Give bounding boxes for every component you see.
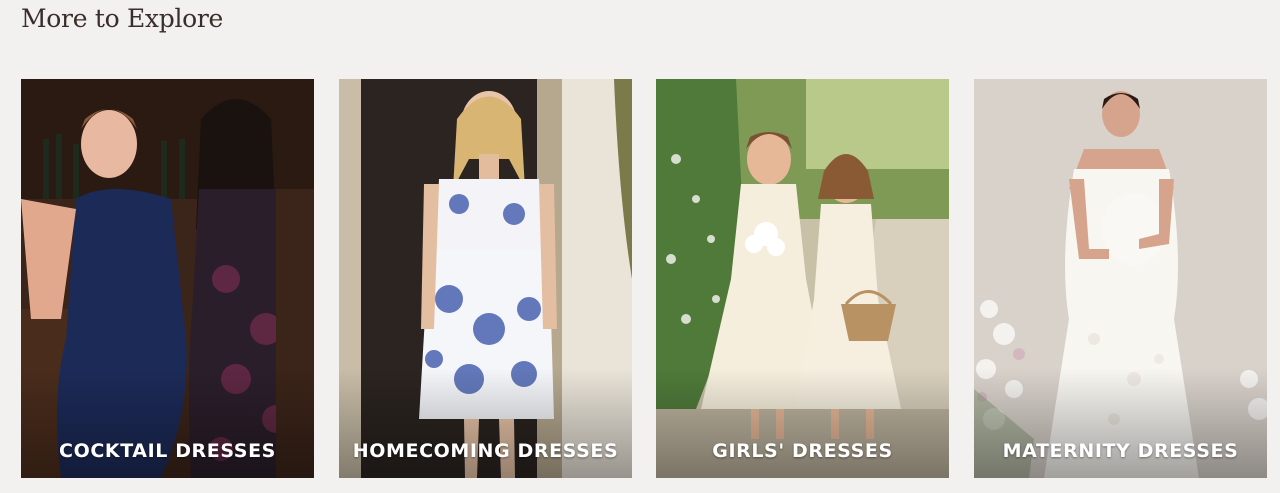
card-label: COCKTAIL DRESSES bbox=[59, 440, 276, 462]
category-grid: COCKTAIL DRESSES HOMECOMING DRESSES GIRL… bbox=[21, 79, 1267, 478]
card-label: HOMECOMING DRESSES bbox=[352, 440, 619, 462]
category-card-girls-dresses[interactable]: GIRLS' DRESSES bbox=[656, 79, 949, 478]
category-card-homecoming-dresses[interactable]: HOMECOMING DRESSES bbox=[339, 79, 632, 478]
more-to-explore-section: More to Explore COCKTAIL DRESSES HOMECOM… bbox=[0, 0, 1280, 493]
section-title: More to Explore bbox=[21, 4, 224, 33]
category-card-cocktail-dresses[interactable]: COCKTAIL DRESSES bbox=[21, 79, 314, 478]
card-label: MATERNITY DRESSES bbox=[1002, 440, 1239, 462]
card-label: GIRLS' DRESSES bbox=[712, 440, 893, 462]
category-card-maternity-dresses[interactable]: MATERNITY DRESSES bbox=[974, 79, 1267, 478]
